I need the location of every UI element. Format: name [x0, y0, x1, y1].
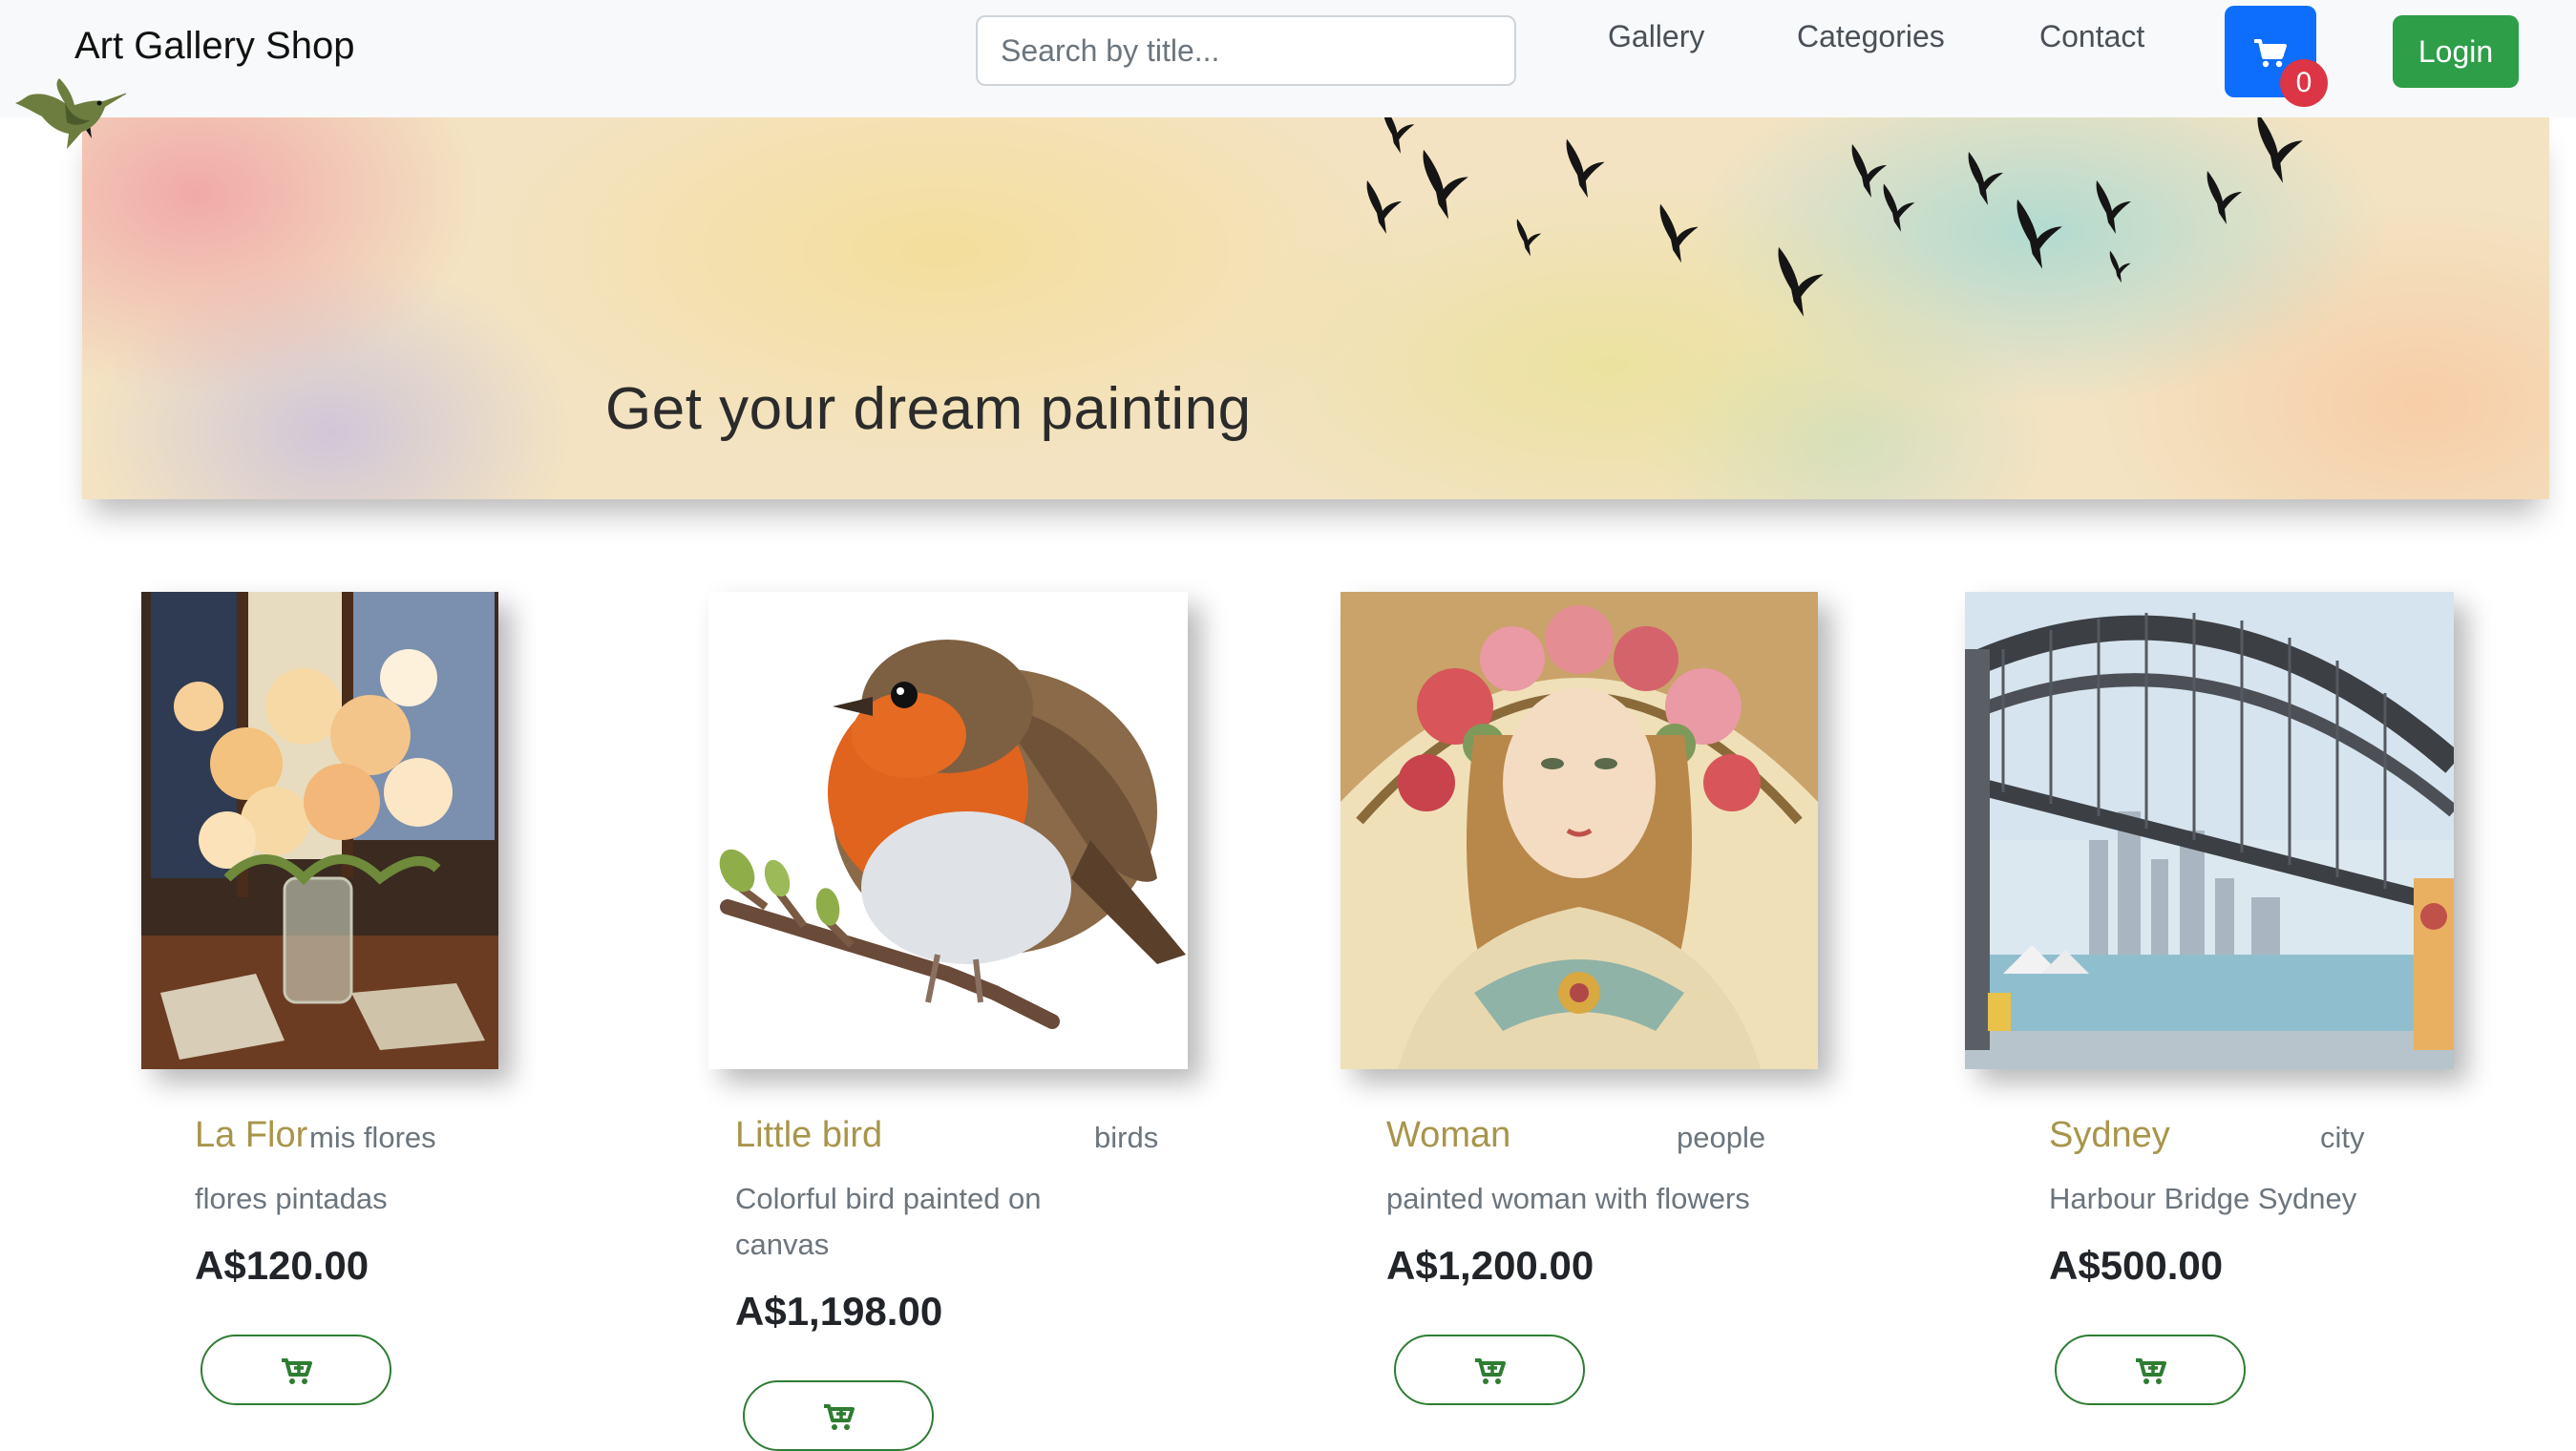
product-image-sydney[interactable]: [1965, 592, 2454, 1069]
product-title[interactable]: Woman: [1386, 1115, 1510, 1156]
add-to-cart-button[interactable]: [2055, 1335, 2246, 1405]
product-category: city: [2320, 1121, 2365, 1154]
product-price: A$1,198.00: [735, 1289, 943, 1334]
add-to-cart-button[interactable]: [201, 1335, 391, 1405]
flying-birds-illustration: [82, 117, 2303, 317]
product-image-flowers[interactable]: [141, 592, 498, 1069]
product-description: Harbour Bridge Sydney: [2049, 1182, 2357, 1215]
product-image-woman[interactable]: [1341, 592, 1818, 1069]
product-description: painted woman with flowers: [1386, 1182, 1750, 1215]
add-to-cart-button[interactable]: [1394, 1335, 1585, 1405]
login-button[interactable]: Login: [2393, 15, 2519, 88]
product-price: A$120.00: [195, 1243, 370, 1288]
product-description: Colorful bird painted on canvas: [735, 1182, 1042, 1261]
nav-contact[interactable]: Contact: [2039, 19, 2144, 54]
product-category: people: [1677, 1121, 1766, 1154]
product-image-robin[interactable]: [708, 592, 1188, 1069]
cart-plus-icon: [282, 1358, 312, 1384]
hero-title: Get your dream painting: [605, 376, 1252, 442]
nav-gallery[interactable]: Gallery: [1608, 19, 1704, 54]
brand-title[interactable]: Art Gallery Shop: [74, 25, 354, 68]
product-title[interactable]: La Flor: [195, 1115, 307, 1156]
hummingbird-icon: [15, 78, 126, 149]
nav-categories[interactable]: Categories: [1797, 19, 1945, 54]
product-price: A$500.00: [2049, 1243, 2224, 1288]
cart-icon: [2254, 39, 2287, 68]
cart-plus-icon: [2136, 1358, 2166, 1384]
product-title[interactable]: Little bird: [735, 1115, 882, 1156]
navbar: Art Gallery Shop Gallery Categories Cont…: [0, 0, 2576, 117]
cart-plus-icon: [824, 1404, 855, 1430]
product-title[interactable]: Sydney: [2049, 1115, 2170, 1156]
hero-banner: Get your dream painting: [82, 117, 2549, 499]
add-to-cart-button[interactable]: [743, 1380, 934, 1451]
cart-plus-icon: [1475, 1358, 1506, 1384]
cart-count-badge: 0: [2280, 59, 2328, 107]
product-price: A$1,200.00: [1386, 1243, 1594, 1288]
product-category: mis flores: [309, 1121, 436, 1154]
product-category: birds: [1094, 1121, 1159, 1154]
search-input[interactable]: [976, 15, 1516, 86]
product-description: flores pintadas: [195, 1182, 388, 1215]
